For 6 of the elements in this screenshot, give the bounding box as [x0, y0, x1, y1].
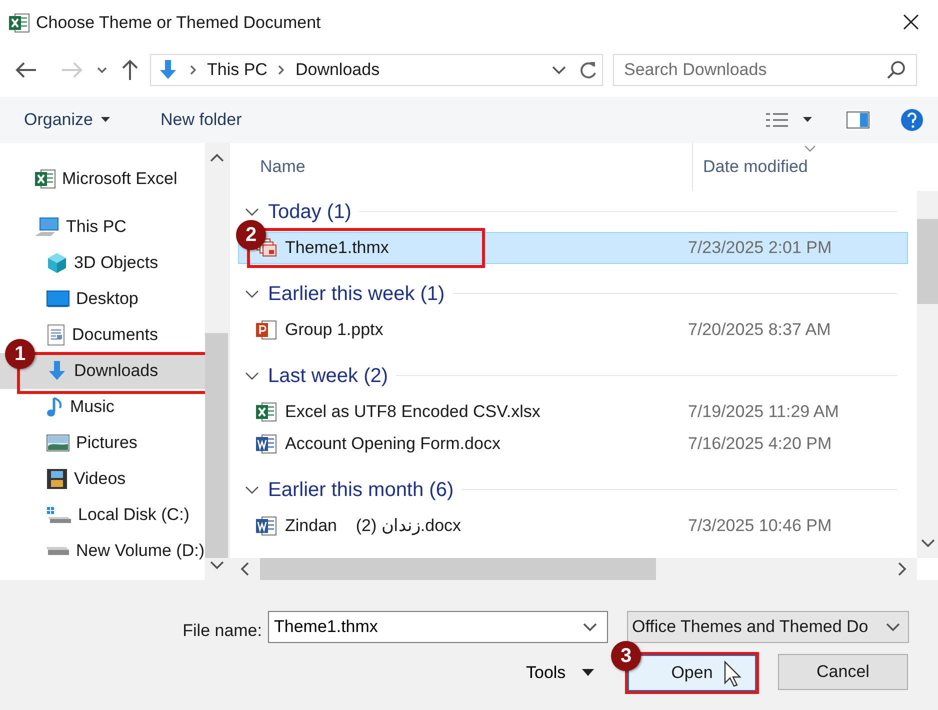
search-placeholder: Search Downloads: [624, 59, 767, 82]
callout-number: 1: [5, 339, 35, 369]
file-name-label: File name:: [182, 620, 262, 642]
callout-number: 3: [611, 641, 641, 671]
callout-number: 2: [236, 220, 266, 250]
window-title: Choose Theme or Themed Document: [36, 12, 321, 34]
